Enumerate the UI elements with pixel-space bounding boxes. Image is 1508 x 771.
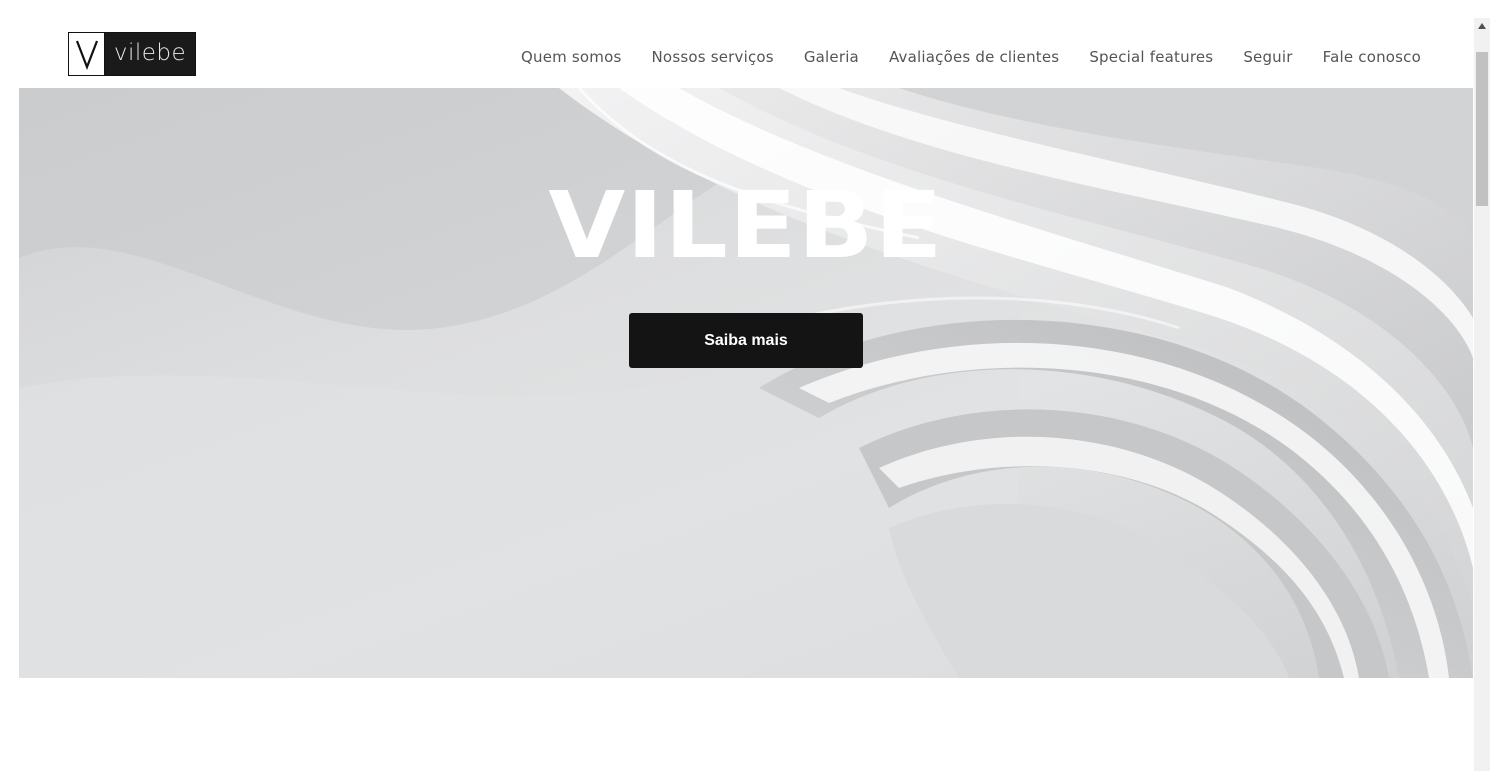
logo-text: vilebe — [105, 33, 195, 75]
main-nav: Quem somos Nossos serviços Galeria Avali… — [521, 48, 1421, 66]
vertical-scrollbar[interactable] — [1474, 18, 1490, 771]
hero-title: VILEBE — [548, 172, 944, 279]
page-viewport: vilebe Quem somos Nossos serviços Galeri… — [3, 2, 1474, 771]
nav-item-quem-somos[interactable]: Quem somos — [521, 48, 622, 66]
logo-v-icon — [69, 33, 105, 75]
site-logo[interactable]: vilebe — [68, 32, 196, 76]
nav-item-special-features[interactable]: Special features — [1089, 48, 1213, 66]
nav-item-galeria[interactable]: Galeria — [804, 48, 859, 66]
nav-item-fale-conosco[interactable]: Fale conosco — [1323, 48, 1421, 66]
scrollbar-thumb[interactable] — [1476, 52, 1488, 206]
nav-item-avaliacoes[interactable]: Avaliações de clientes — [889, 48, 1059, 66]
hero-section: VILEBE Saiba mais — [19, 88, 1473, 678]
nav-item-seguir[interactable]: Seguir — [1243, 48, 1292, 66]
triangle-up-icon[interactable] — [1474, 18, 1490, 34]
nav-item-nossos-servicos[interactable]: Nossos serviços — [652, 48, 774, 66]
saiba-mais-button[interactable]: Saiba mais — [629, 313, 863, 368]
